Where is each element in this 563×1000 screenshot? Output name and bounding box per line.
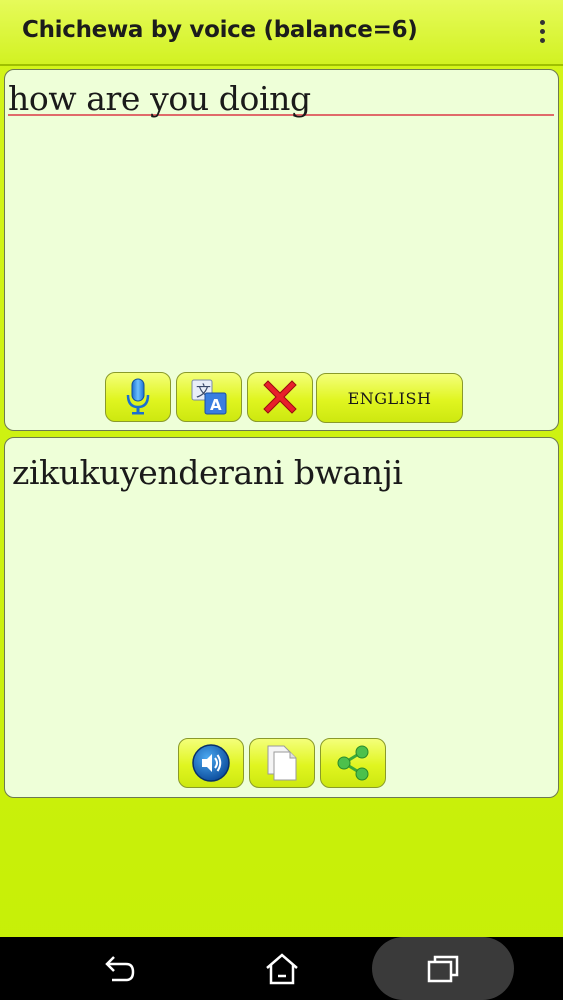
clear-icon xyxy=(263,380,297,414)
input-text-field[interactable]: how are you doing xyxy=(8,78,554,118)
navigation-bar xyxy=(0,937,563,1000)
translate-icon: 文 A xyxy=(191,379,227,415)
svg-text:A: A xyxy=(210,396,222,414)
translate-button[interactable]: 文 A xyxy=(176,372,242,422)
microphone-button[interactable] xyxy=(105,372,171,422)
output-panel: zikukuyenderani bwanji xyxy=(4,437,559,798)
language-button[interactable]: ENGLISH xyxy=(316,373,463,423)
home-icon[interactable] xyxy=(262,949,302,989)
microphone-icon xyxy=(126,378,150,415)
app-title: Chichewa by voice (balance=6) xyxy=(22,17,418,43)
input-panel: how are you doing 文 A ENGLISH xyxy=(4,69,559,431)
share-button[interactable] xyxy=(320,738,386,788)
copy-button[interactable] xyxy=(249,738,315,788)
app-bar: Chichewa by voice (balance=6) xyxy=(0,0,563,66)
share-icon xyxy=(337,745,369,781)
speaker-icon xyxy=(192,744,230,782)
clear-button[interactable] xyxy=(247,372,313,422)
recents-icon[interactable] xyxy=(423,949,463,989)
back-icon[interactable] xyxy=(100,949,140,989)
speak-button[interactable] xyxy=(178,738,244,788)
output-text: zikukuyenderani bwanji xyxy=(12,453,403,492)
app-screen: Chichewa by voice (balance=6) how are yo… xyxy=(0,0,563,1000)
copy-icon xyxy=(267,745,297,781)
overflow-menu-icon[interactable] xyxy=(535,20,549,48)
